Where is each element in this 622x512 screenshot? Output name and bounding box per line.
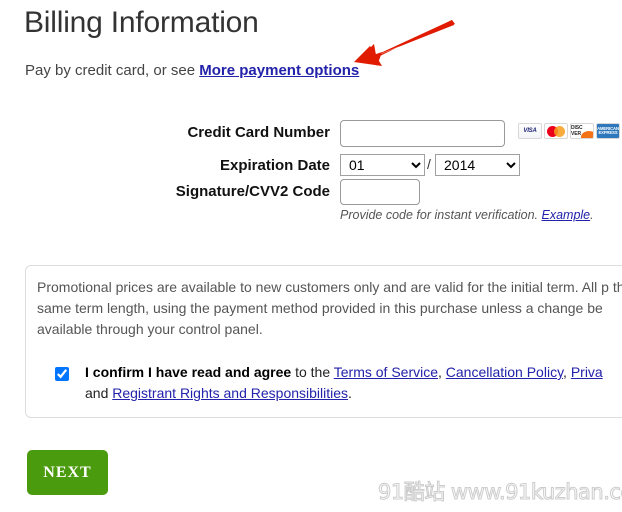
signature-cvv2-label: Signature/CVV2 Code xyxy=(175,183,330,200)
cvv-help-prefix: Provide code for instant verification. xyxy=(340,208,542,222)
terms-line2-end: . xyxy=(348,385,352,401)
discover-card-logo: DISC VER xyxy=(570,123,594,139)
terms-line2-connector: and xyxy=(85,385,113,401)
terms-separator-1: , xyxy=(438,364,446,380)
visa-card-logo-label: VISA xyxy=(523,128,537,134)
more-payment-options-link[interactable]: More payment options xyxy=(199,62,359,79)
terms-of-service-link[interactable]: Terms of Service xyxy=(334,364,438,380)
discover-card-logo-label: DISC VER xyxy=(571,125,583,137)
expiration-date-label: Expiration Date xyxy=(219,157,330,174)
terms-separator-2: , xyxy=(563,364,571,380)
accepted-cards-group: VISA DISC VER AMERICAN EXPRESS xyxy=(518,123,620,139)
subtitle-line: Pay by credit card, or see More payment … xyxy=(25,62,359,79)
subtitle-text: Pay by credit card, or see xyxy=(25,62,200,79)
terms-agreement-checkbox[interactable] xyxy=(55,367,69,381)
terms-connector: to the xyxy=(291,364,334,380)
terms-bold-lead: I confirm I have read and agree xyxy=(85,364,292,380)
cvv-help-suffix: . xyxy=(590,208,594,222)
visa-card-logo: VISA xyxy=(518,123,542,139)
registrant-rights-link[interactable]: Registrant Rights and Responsibilities xyxy=(112,385,348,401)
mastercard-card-logo xyxy=(544,123,568,139)
expiration-month-select[interactable]: 010203040506070809101112 xyxy=(340,154,425,176)
cvv-example-link[interactable]: Example xyxy=(542,208,591,222)
cancellation-policy-link[interactable]: Cancellation Policy xyxy=(446,364,563,380)
expiration-separator: / xyxy=(427,156,431,172)
cvv-help-text: Provide code for instant verification. E… xyxy=(340,208,594,222)
terms-agreement-text: I confirm I have read and agree to the T… xyxy=(85,362,622,404)
signature-cvv2-input[interactable] xyxy=(340,179,420,205)
credit-card-number-label: Credit Card Number xyxy=(187,124,330,141)
amex-card-logo-label: AMERICAN EXPRESS xyxy=(597,125,619,135)
site-watermark: 91酷站 www.91kuzhan.com xyxy=(378,480,622,505)
mastercard-right-circle-icon xyxy=(554,126,565,137)
next-button[interactable]: NEXT xyxy=(27,450,108,495)
promotional-terms-text: Promotional prices are available to new … xyxy=(37,279,622,337)
credit-card-number-input[interactable] xyxy=(340,120,505,147)
amex-card-logo: AMERICAN EXPRESS xyxy=(596,123,620,139)
page-title: Billing Information xyxy=(24,6,259,39)
privacy-policy-link[interactable]: Priva xyxy=(571,364,603,380)
expiration-year-select[interactable]: 2014201520162017201820192020202120222023 xyxy=(435,154,520,176)
